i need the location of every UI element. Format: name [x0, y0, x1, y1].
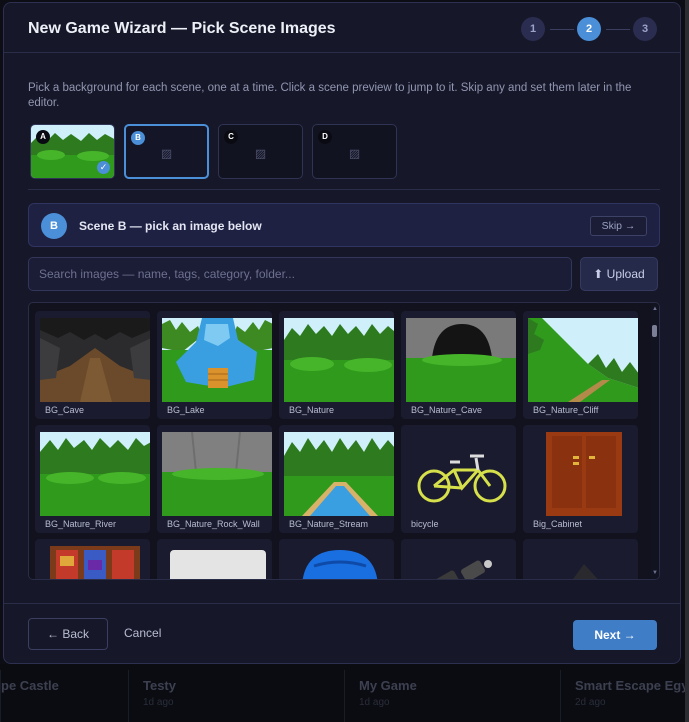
image-placeholder-icon: ▨	[160, 145, 173, 160]
white-panel-thumbnail	[162, 546, 272, 579]
image-search-input[interactable]	[28, 257, 572, 291]
big-cabinet-thumbnail	[528, 432, 638, 516]
image-card-name: BG_Nature_River	[45, 519, 117, 529]
image-card-bicycle[interactable]: bicycle	[401, 425, 516, 533]
image-card-bg-cave[interactable]: BG_Cave	[35, 311, 150, 419]
game-card-title: pe Castle	[1, 678, 59, 693]
scene-thumb-c[interactable]: C ▨	[218, 124, 303, 179]
check-icon: ✓	[97, 161, 110, 174]
divider	[28, 189, 660, 190]
bg-nature-cliff-thumbnail	[528, 318, 638, 402]
image-card-name: BG_Cave	[45, 405, 85, 415]
image-card-name: BG_Nature_Cave	[411, 405, 483, 415]
current-scene-label: Scene B — pick an image below	[79, 219, 262, 233]
current-scene-bar: B Scene B — pick an image below Skip →	[28, 203, 660, 247]
blue-helmet-thumbnail	[284, 546, 394, 579]
binoculars-thumbnail	[406, 546, 516, 579]
scene-thumb-d[interactable]: D ▨	[312, 124, 397, 179]
step-1-indicator: 1	[521, 17, 545, 41]
cancel-button[interactable]: Cancel	[124, 626, 161, 640]
game-card-title: Testy	[143, 678, 176, 693]
scene-letter-badge: A	[36, 130, 50, 144]
bg-nature-river-thumbnail	[40, 432, 150, 516]
game-card-title: My Game	[359, 678, 417, 693]
image-gallery[interactable]: BG_Cave BG_Lake BG_Nature BG_Nature_Cave…	[28, 302, 660, 580]
image-card-big-cabinet[interactable]: Big_Cabinet	[523, 425, 638, 533]
game-card-title: Smart Escape Egyp	[575, 678, 689, 693]
image-card-name: Big_Cabinet	[533, 519, 583, 529]
upload-button[interactable]: ⬆ Upload	[580, 257, 658, 291]
skip-button[interactable]: Skip →	[590, 216, 647, 236]
bg-nature-stream-thumbnail	[284, 432, 394, 516]
background-game-card: Testy 1d ago	[128, 670, 328, 722]
image-card-bg-nature-rock-wall[interactable]: BG_Nature_Rock_Wall	[157, 425, 272, 533]
image-card-blue-helmet[interactable]	[279, 539, 394, 579]
image-card-bg-nature[interactable]: BG_Nature	[279, 311, 394, 419]
image-card-bg-nature-cliff[interactable]: BG_Nature_Cliff	[523, 311, 638, 419]
intro-text: Pick a background for each scene, one at…	[28, 82, 632, 109]
scene-thumb-a[interactable]: A ✓	[30, 124, 115, 179]
step-connector	[606, 29, 630, 30]
next-button[interactable]: Next →	[573, 620, 657, 650]
dialog-footer-divider	[4, 603, 680, 604]
background-edge	[685, 0, 689, 722]
dialog-title: New Game Wizard — Pick Scene Images	[28, 20, 336, 37]
background-game-card: My Game 1d ago	[344, 670, 544, 722]
step-3-indicator: 3	[633, 17, 657, 41]
stained-window-thumbnail	[40, 546, 150, 579]
scene-letter-badge: C	[224, 130, 238, 144]
bg-nature-rock-wall-thumbnail	[162, 432, 272, 516]
bg-lake-thumbnail	[162, 318, 272, 402]
image-placeholder-icon: ▨	[348, 145, 361, 160]
image-card-stained-window[interactable]	[35, 539, 150, 579]
image-card-bg-nature-cave[interactable]: BG_Nature_Cave	[401, 311, 516, 419]
background-game-card: Smart Escape Egyp 2d ago	[560, 670, 689, 722]
background-game-card: pe Castle	[0, 670, 110, 722]
image-card-name: BG_Nature_Stream	[289, 519, 369, 529]
bicycle-thumbnail	[406, 432, 516, 516]
bg-nature-thumbnail	[284, 318, 394, 402]
image-card-white-panel[interactable]	[157, 539, 272, 579]
image-card-bg-nature-stream[interactable]: BG_Nature_Stream	[279, 425, 394, 533]
image-card-name: BG_Nature_Cliff	[533, 405, 599, 415]
game-card-time: 2d ago	[575, 697, 606, 708]
current-scene-badge: B	[41, 213, 67, 239]
image-card-bg-lake[interactable]: BG_Lake	[157, 311, 272, 419]
bg-cave-thumbnail	[40, 318, 150, 402]
dark-shape-thumbnail	[528, 546, 638, 579]
step-connector	[550, 29, 574, 30]
image-card-name: BG_Nature	[289, 405, 335, 415]
scrollbar-thumb[interactable]	[652, 325, 657, 337]
image-card-name: BG_Lake	[167, 405, 205, 415]
scroll-up-arrow-icon[interactable]: ▲	[652, 306, 658, 312]
back-button[interactable]: ← Back	[28, 618, 108, 650]
step-2-indicator: 2	[577, 17, 601, 41]
bg-nature-cave-thumbnail	[406, 318, 516, 402]
gallery-scrollbar[interactable]: ▲ ▼	[651, 303, 659, 579]
image-card-binoculars[interactable]	[401, 539, 516, 579]
image-card-name: bicycle	[411, 519, 439, 529]
scene-letter-badge: D	[318, 130, 332, 144]
scene-letter-badge: B	[131, 131, 145, 145]
image-card-name: BG_Nature_Rock_Wall	[167, 519, 260, 529]
image-card-dark-shape[interactable]	[523, 539, 638, 579]
game-card-time: 1d ago	[143, 697, 174, 708]
scroll-down-arrow-icon[interactable]: ▼	[652, 570, 658, 576]
game-card-time: 1d ago	[359, 697, 390, 708]
image-placeholder-icon: ▨	[254, 145, 267, 160]
dialog-header: New Game Wizard — Pick Scene Images 1 2 …	[4, 3, 680, 53]
image-card-bg-nature-river[interactable]: BG_Nature_River	[35, 425, 150, 533]
scene-thumb-b[interactable]: B ▨	[124, 124, 209, 179]
new-game-wizard-dialog: New Game Wizard — Pick Scene Images 1 2 …	[3, 2, 681, 664]
